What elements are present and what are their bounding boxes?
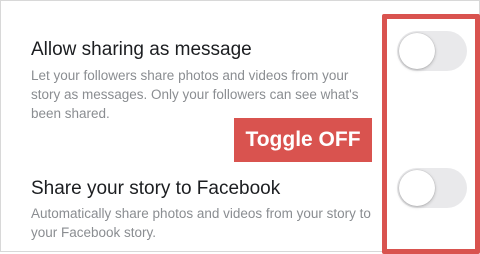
toggle-knob xyxy=(399,33,435,69)
share-to-facebook-toggle[interactable] xyxy=(397,168,467,208)
allow-sharing-toggle[interactable] xyxy=(397,31,467,71)
share-to-facebook-description: Automatically share photos and videos fr… xyxy=(31,206,371,240)
allow-sharing-title: Allow sharing as message xyxy=(31,39,252,60)
allow-sharing-description: Let your followers share photos and vide… xyxy=(31,68,359,121)
toggle-off-annotation: Toggle OFF xyxy=(234,118,372,162)
share-to-facebook-title: Share your story to Facebook xyxy=(31,178,281,199)
settings-panel: Allow sharing as message Let your follow… xyxy=(0,0,480,254)
toggle-knob xyxy=(399,170,435,206)
